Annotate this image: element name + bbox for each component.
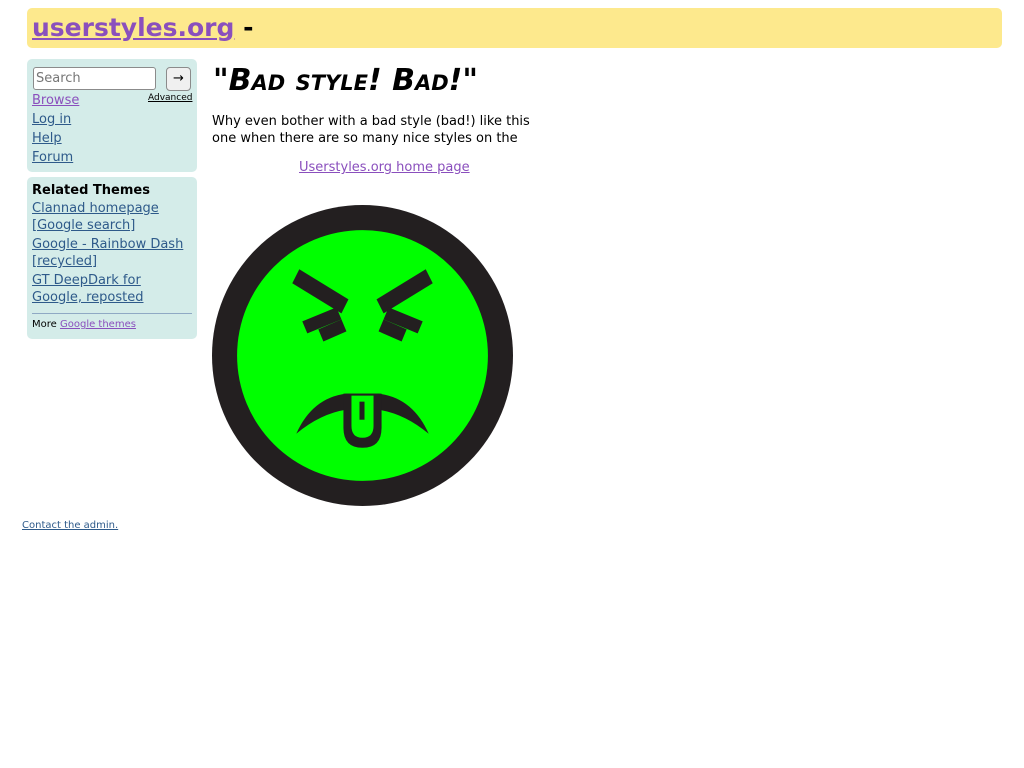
more-themes-link[interactable]: Google themes [60, 319, 136, 330]
related-theme-link[interactable]: GT DeepDark for Google, reposted [32, 272, 194, 306]
sidebar-nav-box: → Advanced Browse Log in Help Forum [27, 59, 197, 172]
site-home-link[interactable]: userstyles.org [32, 13, 234, 42]
site-header: userstyles.org - [27, 8, 1002, 48]
mr-yuk-face-icon [212, 205, 513, 506]
nav-browse-link[interactable]: Browse [32, 93, 79, 109]
more-themes-line: More Google themes [32, 318, 136, 331]
page-title: "Bad style! Bad!" [213, 63, 478, 98]
title-separator: - [243, 13, 254, 42]
related-theme-link[interactable]: Google - Rainbow Dash [recycled] [32, 236, 194, 270]
related-divider [32, 313, 192, 314]
nav-help-link[interactable]: Help [32, 131, 62, 147]
related-theme-link[interactable]: Clannad homepage [Google search] [32, 200, 194, 234]
related-themes-box: Related Themes Clannad homepage [Google … [27, 177, 197, 339]
related-themes-heading: Related Themes [32, 183, 150, 198]
nav-login-link[interactable]: Log in [32, 112, 71, 128]
search-submit-button[interactable]: → [166, 67, 191, 91]
page-message: Why even bother with a bad style (bad!) … [212, 114, 530, 146]
home-page-link[interactable]: Userstyles.org home page [299, 160, 470, 176]
nav-forum-link[interactable]: Forum [32, 150, 73, 166]
tongue-line [359, 401, 365, 420]
advanced-search-link[interactable]: Advanced [148, 93, 192, 103]
contact-admin-link[interactable]: Contact the admin. [22, 519, 118, 532]
site-title: userstyles.org - [32, 12, 254, 44]
search-input[interactable] [33, 67, 156, 90]
more-prefix: More [32, 319, 57, 330]
